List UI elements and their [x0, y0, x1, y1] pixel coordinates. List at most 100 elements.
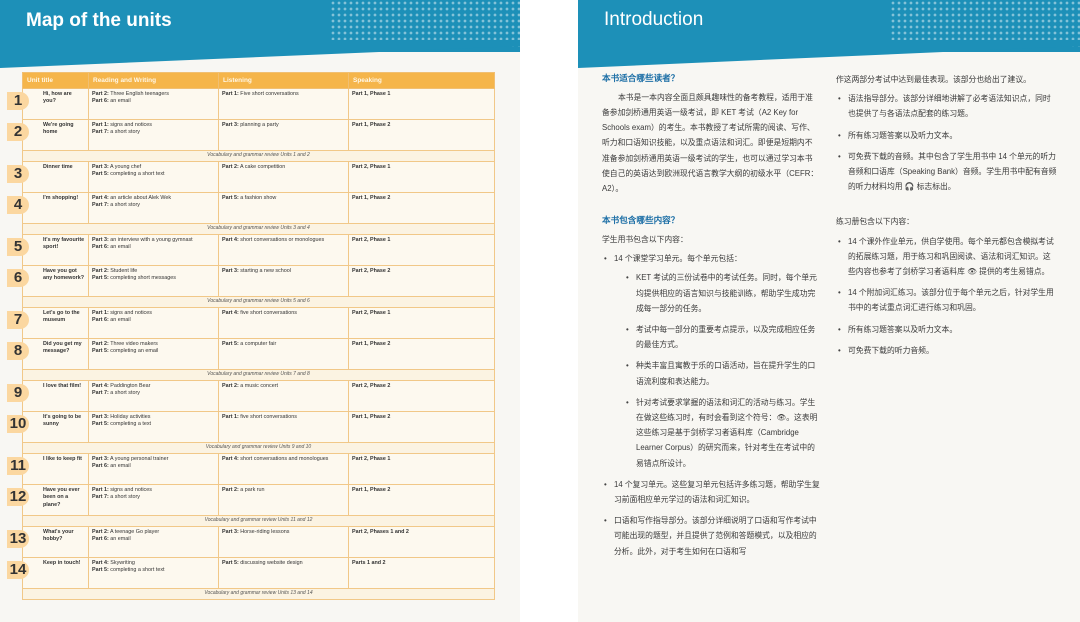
- part-label: Part 5:: [92, 348, 109, 355]
- review-row: Vocabulary and grammar review Units 3 an…: [22, 223, 495, 235]
- column-header: Speaking: [348, 72, 495, 89]
- unit-number-badge: 11: [7, 457, 29, 475]
- part-label: Part 7:: [92, 494, 109, 501]
- part-label: Part 1:: [92, 122, 109, 128]
- part-line: Part 4: Skywriting: [92, 560, 215, 567]
- listening-cell: Part 3: planning a party: [218, 119, 349, 151]
- speaking-cell: Part 2, Phases 1 and 2: [348, 526, 495, 558]
- unit-title: It's going to be sunny: [43, 414, 82, 428]
- reading-writing-cell: Part 4: Paddington Bear Part 7: a short s…: [88, 380, 219, 412]
- part-label: Part 4:: [222, 456, 239, 462]
- part-line: Part 7: a short story: [92, 202, 215, 209]
- listening-cell: Part 4: short conversations or monologue…: [218, 234, 349, 266]
- part-text: an email: [110, 317, 131, 324]
- reading-writing-cell: Part 1: signs and notices Part 6: an emai…: [88, 307, 219, 339]
- part-label: Part 7:: [92, 202, 109, 209]
- unit-title: Keep in touch!: [43, 560, 81, 566]
- speaking-cell: Part 1, Phase 2: [348, 338, 495, 370]
- reading-writing-cell: Part 4: Skywriting Part 5: completing a s…: [88, 557, 219, 589]
- part-line: Part 6: an email: [92, 463, 215, 470]
- part-text: a computer fair: [240, 341, 277, 347]
- unit-number-badge: 8: [7, 342, 29, 360]
- part-text: completing a short text: [110, 171, 165, 178]
- paragraph: 作这两部分考试中达到最佳表现。该部分也给出了建议。: [836, 75, 1031, 84]
- part-text: completing a short text: [110, 567, 165, 574]
- listening-cell: Part 2: a park run: [218, 484, 349, 516]
- part-line: Part 3: Horse-riding lessons: [222, 529, 345, 536]
- part-line: Part 4: five short conversations: [222, 310, 345, 317]
- part-label: Part 2:: [92, 91, 109, 97]
- paragraph: 练习册包含以下内容：: [836, 217, 914, 227]
- list-item: 口语和写作指导部分。该部分详细说明了口语和写作考试中可能出现的题型，并且提供了范…: [604, 513, 820, 559]
- speaking-text: Part 2, Phase 2: [352, 268, 391, 274]
- unit-title-cell: 6 Have you got any homework?: [7, 265, 89, 297]
- part-line: Part 7: a short story: [92, 494, 215, 501]
- unit-row: 12 Have you ever been on a plane? Part 1: …: [7, 484, 495, 516]
- part-text: Horse-riding lessons: [240, 529, 290, 535]
- unit-title-cell: 2 We're going home: [7, 119, 89, 151]
- unit-title-cell: 5 It's my favourite sport!: [7, 234, 89, 266]
- unit-number-badge: 3: [7, 165, 29, 183]
- part-line: Part 5: completing a text: [92, 421, 215, 428]
- unit-row: 11 I like to keep fit Part 3: A young pers…: [7, 453, 495, 485]
- part-label: Part 7:: [92, 390, 109, 397]
- page-title: Map of the units: [26, 10, 172, 31]
- part-line: Part 3: A young personal trainer: [92, 456, 215, 463]
- part-line: Part 1: signs and notices: [92, 122, 215, 129]
- part-text: completing an email: [110, 348, 159, 355]
- speaking-text: Part 2, Phase 1: [352, 456, 391, 462]
- intro-left-column: 本书适合哪些读者？ 本书是一本内容全面且颇具趣味性的备考教程，适用于准备参加剑桥…: [602, 70, 820, 565]
- part-line: Part 5: a fashion show: [222, 195, 345, 202]
- unit-title: Let's go to the museum: [43, 310, 80, 324]
- review-row: Vocabulary and grammar review Units 9 an…: [22, 442, 495, 454]
- part-text: an interview with a young gymnast: [110, 237, 193, 243]
- part-text: an email: [110, 98, 131, 105]
- list-item: 针对考试要求掌握的语法和词汇的活动与练习。学生在做这些练习时，有时会看到这个符号…: [626, 395, 820, 471]
- unit-title-cell: 11 I like to keep fit: [7, 453, 89, 485]
- speaking-text: Part 1, Phase 2: [352, 195, 391, 201]
- unit-title: Have you ever been on a plane?: [43, 487, 80, 508]
- part-label: Part 3:: [92, 414, 109, 420]
- unit-number-badge: 9: [7, 384, 29, 402]
- review-label: Vocabulary and grammar review Units 1 an…: [22, 150, 495, 162]
- unit-row: 3 Dinner time Part 3: A young chef Part 5: …: [7, 161, 495, 193]
- speaking-text: Part 2, Phases 1 and 2: [352, 529, 409, 535]
- unit-title-cell: 4 I'm shopping!: [7, 192, 89, 224]
- part-label: Part 1:: [92, 487, 109, 493]
- unit-row: 9 I love that film! Part 4: Paddington Bea…: [7, 380, 495, 412]
- part-text: Five short conversations: [240, 91, 299, 97]
- unit-title-cell: 1 Hi, how are you?: [7, 88, 89, 120]
- map-of-units-page: Map of the units Unit title Reading and …: [0, 0, 520, 622]
- introduction-page: Introduction 本书适合哪些读者？ 本书是一本内容全面且颇具趣味性的备…: [578, 0, 1080, 622]
- list-item: 14 个课外作业单元，供自学使用。每个单元都包含模拟考试的拓展练习题，用于练习和…: [838, 234, 1058, 280]
- listening-cell: Part 3: Horse-riding lessons: [218, 526, 349, 558]
- speaking-text: Part 1, Phase 2: [352, 487, 391, 493]
- intro-right-column: 作这两部分考试中达到最佳表现。该部分也给出了建议。 语法指导部分。该部分详细地讲…: [836, 70, 1058, 364]
- part-text: completing short messages: [110, 275, 176, 282]
- part-line: Part 6: an email: [92, 244, 215, 251]
- column-header: Listening: [218, 72, 349, 89]
- speaking-text: Part 2, Phase 1: [352, 237, 391, 243]
- reading-writing-cell: Part 1: signs and notices Part 7: a short…: [88, 484, 219, 516]
- part-text: A teenage Go player: [109, 529, 160, 535]
- reading-writing-cell: Part 3: A young personal trainer Part 6: …: [88, 453, 219, 485]
- table-header-row: Unit title Reading and Writing Listening…: [22, 72, 495, 89]
- list-item: KET 考试的三份试卷中的考试任务。同时，每个单元均提供相应的语言知识与技能训练…: [626, 270, 820, 316]
- part-line: Part 2: a park run: [222, 487, 345, 494]
- part-text: completing a text: [110, 421, 152, 428]
- part-text: Skywriting: [110, 560, 135, 566]
- part-label: Part 4:: [92, 560, 109, 566]
- bullet-list: 语法指导部分。该部分详细地讲解了必考语法知识点，同时也提供了与各语法点配套的练习…: [836, 91, 1058, 194]
- part-text: an email: [110, 463, 131, 470]
- part-label: Part 3:: [222, 268, 239, 274]
- reading-writing-cell: Part 1: signs and notices Part 7: a short…: [88, 119, 219, 151]
- part-line: Part 5: completing a short text: [92, 567, 215, 574]
- speaking-text: Part 1, Phase 2: [352, 341, 391, 347]
- unit-row: 14 Keep in touch! Part 4: Skywriting Part 5…: [7, 557, 495, 589]
- list-item: 14 个课堂学习单元。每个单元包括： KET 考试的三份试卷中的考试任务。同时，…: [604, 251, 820, 471]
- part-label: Part 3:: [222, 122, 239, 128]
- column-header: Reading and Writing: [88, 72, 219, 89]
- paragraph: 学生用书包含以下内容：: [602, 234, 688, 244]
- unit-title-cell: 12 Have you ever been on a plane?: [7, 484, 89, 516]
- list-item: 14 个复习单元。这些复习单元包括许多练习题，帮助学生复习前面相应单元学过的语法…: [604, 477, 820, 507]
